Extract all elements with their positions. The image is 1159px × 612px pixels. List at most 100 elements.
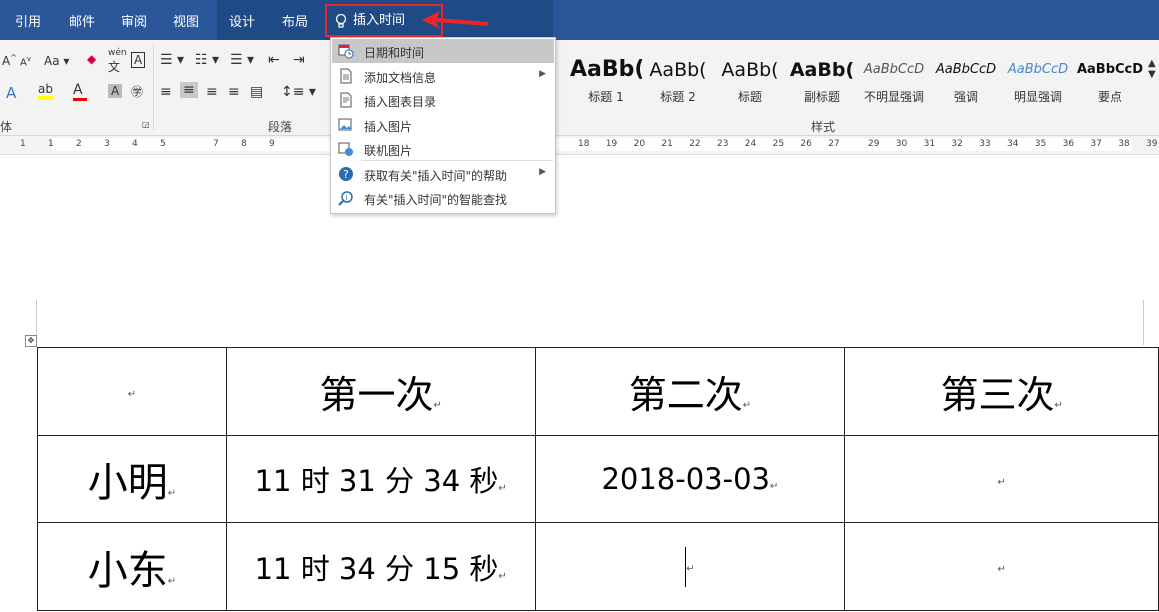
char-border-button[interactable]: A: [131, 52, 146, 68]
ruler-number: 24: [744, 139, 757, 149]
distributed-icon[interactable]: ▤: [250, 84, 263, 100]
table-cell-active[interactable]: ↵: [534, 522, 846, 611]
table-cell[interactable]: 11 时 34 分 15 秒↵: [225, 522, 536, 611]
style-preview: AaBb(: [721, 59, 779, 81]
header-text: 第二次: [628, 373, 743, 417]
font-dialog-launcher-icon[interactable]: ◲: [142, 120, 150, 129]
decrease-indent-icon[interactable]: ⇤: [268, 52, 280, 68]
ruler-number: 33: [979, 139, 991, 149]
eraser-icon[interactable]: ◆: [87, 52, 96, 66]
gallery-scroll-icon[interactable]: ▲ ▼: [1148, 58, 1156, 80]
ruler-number: 21: [661, 139, 673, 149]
align-center-icon[interactable]: ≡: [180, 82, 198, 98]
table-cell[interactable]: 11 时 31 分 34 秒↵: [225, 435, 536, 523]
ruler-number: 36: [1062, 139, 1075, 149]
char-shading-button[interactable]: A: [108, 84, 123, 98]
table-cell[interactable]: ↵: [844, 522, 1159, 611]
ruler-number: 5: [160, 139, 166, 149]
ruler-number: 19: [605, 139, 618, 149]
style-gallery-item[interactable]: AaBbCcD 要点: [1074, 55, 1146, 105]
style-gallery-item[interactable]: AaBbCcD 不明显强调: [858, 55, 930, 105]
phonetic-guide-button[interactable]: wén 文: [108, 48, 127, 75]
table-cell[interactable]: 小明↵: [37, 435, 227, 523]
paragraph-mark-icon: ↵: [127, 389, 137, 400]
menu-item[interactable]: 联机图片: [332, 137, 554, 161]
header-text: 第三次: [940, 373, 1055, 417]
ruler-number: 38: [1118, 139, 1130, 149]
tab-design[interactable]: 设计: [217, 0, 267, 40]
style-gallery-item[interactable]: AaBbCcD 明显强调: [1002, 55, 1074, 105]
calendar-clock-icon: [338, 43, 354, 59]
table-cell[interactable]: ↵: [844, 435, 1159, 523]
multilevel-list-icon[interactable]: ☰ ▾: [230, 52, 254, 68]
online-picture-icon: [338, 141, 354, 157]
margin-guide-right: [1143, 300, 1144, 345]
style-gallery-item[interactable]: AaBb(标题 1: [570, 55, 642, 105]
menu-item[interactable]: 插入图片: [332, 113, 554, 137]
table-header-cell[interactable]: 第三次↵: [844, 347, 1159, 436]
style-preview: AaBb(: [789, 59, 855, 81]
divider: [153, 44, 154, 130]
style-gallery-item[interactable]: AaBb( 标题: [714, 55, 786, 105]
line-spacing-icon[interactable]: ↕≡ ▾: [281, 84, 316, 100]
menu-item[interactable]: i 有关"插入时间"的智能查找: [332, 186, 554, 210]
enclose-char-icon[interactable]: ㊫: [131, 83, 143, 100]
style-name: 副标题: [803, 90, 840, 104]
paragraph-mark-icon: ↵: [686, 563, 695, 574]
align-right-icon[interactable]: ≡: [206, 84, 218, 100]
paragraph-mark-icon: ↵: [997, 476, 1006, 488]
font-color-button[interactable]: A: [73, 82, 87, 101]
table-header-cell[interactable]: 第一次↵: [225, 347, 536, 436]
ribbon-home: A^ Av Aa ▾ ◆ wén 文 A A ab A A ㊫ 体 ◲ ☰ ▾ ☷…: [0, 40, 1159, 136]
ruler-number: 9: [269, 139, 275, 149]
shrink-font-button[interactable]: Av: [20, 55, 31, 68]
ruler-number: 1: [20, 139, 26, 149]
highlight-button[interactable]: ab: [38, 82, 54, 100]
style-gallery-item[interactable]: AaBb( 副标题: [786, 55, 858, 105]
tab-layout[interactable]: 布局: [267, 0, 323, 40]
document-page[interactable]: ✥ ↵ 第一次↵ 第二次↵ 第三次↵ 小明↵ 11 时 31 分 34 秒↵ 2…: [0, 155, 1159, 612]
ruler-number: 23: [717, 139, 729, 149]
ruler-number: 2: [76, 139, 82, 149]
smart-lookup-icon: i: [338, 190, 354, 206]
menu-item[interactable]: 添加文档信息 ▶: [332, 64, 554, 88]
table-move-handle-icon[interactable]: ✥: [25, 335, 37, 347]
style-gallery-item[interactable]: AaBbCcD 强调: [930, 55, 1002, 105]
paragraph-mark-icon: ↵: [997, 564, 1006, 575]
numbering-icon[interactable]: ☷ ▾: [195, 52, 219, 68]
justify-icon[interactable]: ≡: [228, 84, 240, 100]
menu-item-label: 插入图片: [364, 120, 413, 134]
grow-font-button[interactable]: A^: [2, 53, 17, 68]
horizontal-ruler[interactable]: 1 1 2 3 4 5 7 8 9 18 19 20 21 22 23 24 25 26 27 29 30 31 32 33 3…: [0, 136, 1159, 155]
menu-item[interactable]: 插入图表目录: [332, 88, 554, 112]
menu-item-label: 联机图片: [364, 144, 413, 158]
style-preview: AaBbCcD: [1007, 62, 1069, 77]
table-header-cell[interactable]: 第二次↵: [534, 347, 846, 436]
paragraph-mark-icon: ↵: [769, 481, 779, 492]
tab-review[interactable]: 审阅: [108, 0, 160, 40]
table-header-cell[interactable]: ↵: [37, 347, 227, 436]
ruler-number: 8: [241, 139, 247, 149]
text-effects-icon[interactable]: A: [6, 84, 16, 102]
increase-indent-icon[interactable]: ⇥: [293, 52, 305, 68]
tell-me-query: 插入时间: [353, 13, 406, 28]
cell-text: 2018-03-03: [601, 462, 770, 496]
menu-item[interactable]: ? 获取有关"插入时间"的帮助 ▶: [332, 162, 554, 186]
change-case-button[interactable]: Aa ▾: [44, 54, 69, 68]
style-gallery-item[interactable]: AaBb(标题 2: [642, 55, 714, 105]
style-name: 标题: [737, 90, 762, 104]
table-cell[interactable]: 2018-03-03↵: [534, 435, 846, 523]
menu-item-label: 插入图表目录: [364, 95, 437, 109]
ruler-number: 20: [633, 139, 646, 149]
tab-references[interactable]: 引用: [0, 0, 56, 40]
change-case-label: Aa: [44, 54, 60, 68]
style-preview: AaBbCcD: [935, 62, 997, 77]
menu-item[interactable]: 日期和时间: [332, 39, 554, 63]
tab-mailings[interactable]: 邮件: [56, 0, 108, 40]
bullets-icon[interactable]: ☰ ▾: [160, 52, 184, 68]
table-cell[interactable]: 小东↵: [37, 522, 227, 611]
cell-text: 11 时 31 分 34 秒: [254, 464, 499, 498]
tab-view[interactable]: 视图: [160, 0, 212, 40]
align-left-icon[interactable]: ≡: [160, 84, 172, 100]
font-group-label: 体: [0, 120, 13, 134]
